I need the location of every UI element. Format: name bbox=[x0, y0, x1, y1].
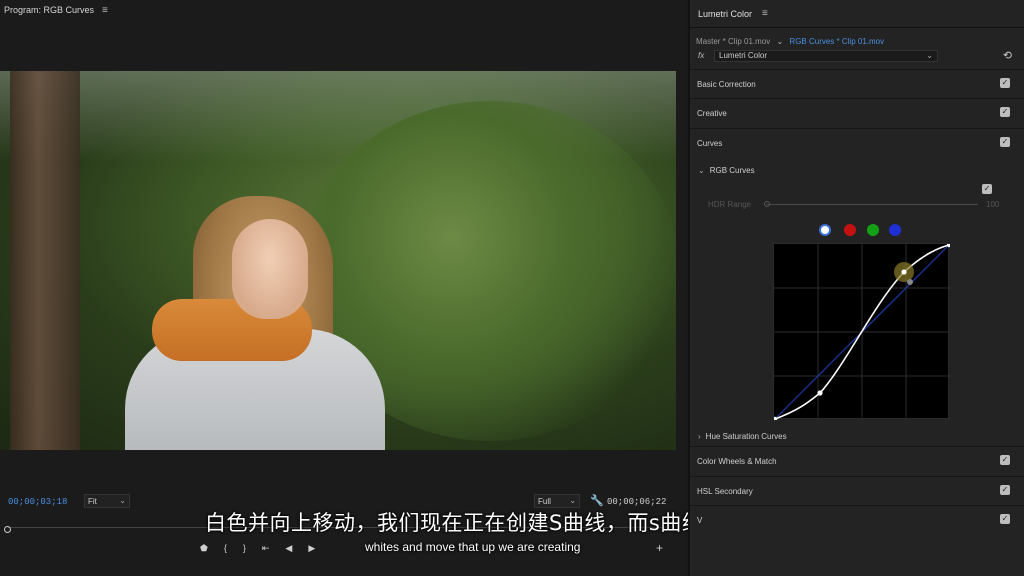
effect-select-value: Lumetri Color bbox=[719, 51, 768, 60]
clip-selector: Master * Clip 01.mov ⌄ RGB Curves * Clip… bbox=[696, 37, 884, 46]
hdr-range-slider[interactable] bbox=[766, 204, 978, 205]
subtitle-chinese: 白色并向上移动，我们现在正在创建S曲线，而s曲线是 bbox=[205, 511, 725, 535]
curve-ghost-point bbox=[907, 279, 913, 285]
step-back-button[interactable]: ◀ bbox=[285, 543, 292, 554]
program-monitor: Program: RGB Curves ≡ 00;00;03;18 Fit ⌄ … bbox=[0, 0, 684, 576]
reset-icon[interactable]: ⟲ bbox=[1003, 49, 1012, 62]
hamburger-icon[interactable]: ≡ bbox=[102, 5, 108, 16]
section-enable-checkbox[interactable]: ✓ bbox=[1000, 107, 1010, 117]
mark-in-button[interactable]: { bbox=[224, 543, 227, 553]
section-label: Basic Correction bbox=[697, 80, 756, 89]
curve-control-point-shadows[interactable] bbox=[817, 390, 823, 396]
program-header: Program: RGB Curves ≡ bbox=[0, 0, 684, 20]
section-enable-checkbox[interactable]: ✓ bbox=[1000, 455, 1010, 465]
section-label: Creative bbox=[697, 109, 727, 118]
chevron-down-icon[interactable]: ⌄ bbox=[776, 37, 783, 46]
section-enable-checkbox[interactable]: ✓ bbox=[1000, 514, 1010, 524]
section-vignette[interactable]: V ✓ bbox=[690, 505, 1024, 535]
subsection-label: RGB Curves bbox=[709, 166, 755, 175]
chevron-down-icon: ⌄ bbox=[569, 496, 576, 505]
lumetri-title[interactable]: Lumetri Color bbox=[698, 9, 752, 19]
curve-control-point-highlights[interactable] bbox=[901, 269, 907, 275]
hamburger-icon[interactable]: ≡ bbox=[762, 8, 768, 19]
chevron-right-icon: › bbox=[698, 432, 701, 441]
channel-green-selector[interactable] bbox=[867, 224, 879, 236]
zoom-fit-select[interactable]: Fit ⌄ bbox=[84, 494, 130, 508]
transport-controls: ⬟ { } ⇤ ◀ ▶ bbox=[200, 540, 315, 556]
chevron-down-icon: ⌄ bbox=[119, 496, 126, 505]
section-hsl-secondary[interactable]: HSL Secondary ✓ bbox=[690, 476, 1024, 506]
wrench-icon[interactable]: 🔧 bbox=[590, 494, 604, 507]
section-label: V bbox=[697, 516, 703, 525]
subsection-hue-saturation-curves[interactable]: › Hue Saturation Curves bbox=[698, 432, 787, 441]
rgb-curve-graph[interactable] bbox=[772, 242, 952, 422]
playhead-handle[interactable] bbox=[4, 526, 11, 533]
section-label: Color Wheels & Match bbox=[697, 457, 777, 466]
subsection-label: Hue Saturation Curves bbox=[705, 432, 787, 441]
fx-icon[interactable]: fx bbox=[698, 51, 704, 60]
zoom-fit-value: Fit bbox=[88, 496, 97, 506]
section-creative[interactable]: Creative ✓ bbox=[690, 98, 1024, 128]
video-frame bbox=[0, 71, 676, 450]
section-enable-checkbox[interactable]: ✓ bbox=[1000, 137, 1010, 147]
curve-svg bbox=[772, 242, 952, 422]
section-enable-checkbox[interactable]: ✓ bbox=[1000, 78, 1010, 88]
playback-resolution-value: Full bbox=[538, 496, 551, 506]
subtitle-english: whites and move that up we are creating bbox=[365, 540, 581, 554]
clip-active-label[interactable]: RGB Curves * Clip 01.mov bbox=[789, 37, 884, 46]
add-button[interactable]: + bbox=[656, 541, 663, 555]
effect-select[interactable]: Lumetri Color ⌄ bbox=[714, 50, 938, 62]
section-color-wheels[interactable]: Color Wheels & Match ✓ bbox=[690, 446, 1024, 476]
hdr-range-row: HDR Range 100 bbox=[708, 200, 1008, 210]
lumetri-header: Lumetri Color ≡ bbox=[690, 0, 1024, 28]
channel-red-selector[interactable] bbox=[844, 224, 856, 236]
section-label: HSL Secondary bbox=[697, 487, 753, 496]
hdr-range-slider-handle[interactable] bbox=[764, 201, 770, 207]
clip-master-label[interactable]: Master * Clip 01.mov bbox=[696, 37, 770, 46]
section-enable-checkbox[interactable]: ✓ bbox=[1000, 485, 1010, 495]
duration-timecode: 00;00;06;22 bbox=[607, 497, 667, 507]
add-marker-button[interactable]: ⬟ bbox=[200, 543, 208, 554]
video-tree-trunk bbox=[10, 71, 80, 450]
channel-white-selector[interactable] bbox=[819, 224, 831, 236]
rgb-curves-enable-checkbox[interactable]: ✓ bbox=[982, 184, 992, 194]
chevron-down-icon: ⌄ bbox=[926, 51, 933, 60]
program-title: Program: RGB Curves bbox=[4, 5, 95, 15]
section-curves[interactable]: Curves ✓ bbox=[690, 128, 1024, 158]
current-timecode[interactable]: 00;00;03;18 bbox=[8, 497, 67, 507]
chevron-down-icon: ⌄ bbox=[698, 166, 705, 175]
channel-blue-selector[interactable] bbox=[889, 224, 901, 236]
section-label: Curves bbox=[697, 139, 723, 148]
play-button[interactable]: ▶ bbox=[308, 543, 315, 554]
subsection-rgb-curves[interactable]: ⌄ RGB Curves bbox=[698, 166, 755, 175]
mark-out-button[interactable]: } bbox=[243, 543, 246, 553]
video-woman-face bbox=[232, 219, 308, 319]
section-basic-correction[interactable]: Basic Correction ✓ bbox=[690, 69, 1024, 99]
hdr-range-value[interactable]: 100 bbox=[986, 200, 999, 209]
playback-resolution-select[interactable]: Full ⌄ bbox=[534, 494, 580, 508]
hdr-range-label: HDR Range bbox=[708, 200, 752, 209]
go-to-in-button[interactable]: ⇤ bbox=[262, 543, 270, 554]
effect-row: fx Lumetri Color ⌄ ⟲ bbox=[696, 49, 1018, 63]
